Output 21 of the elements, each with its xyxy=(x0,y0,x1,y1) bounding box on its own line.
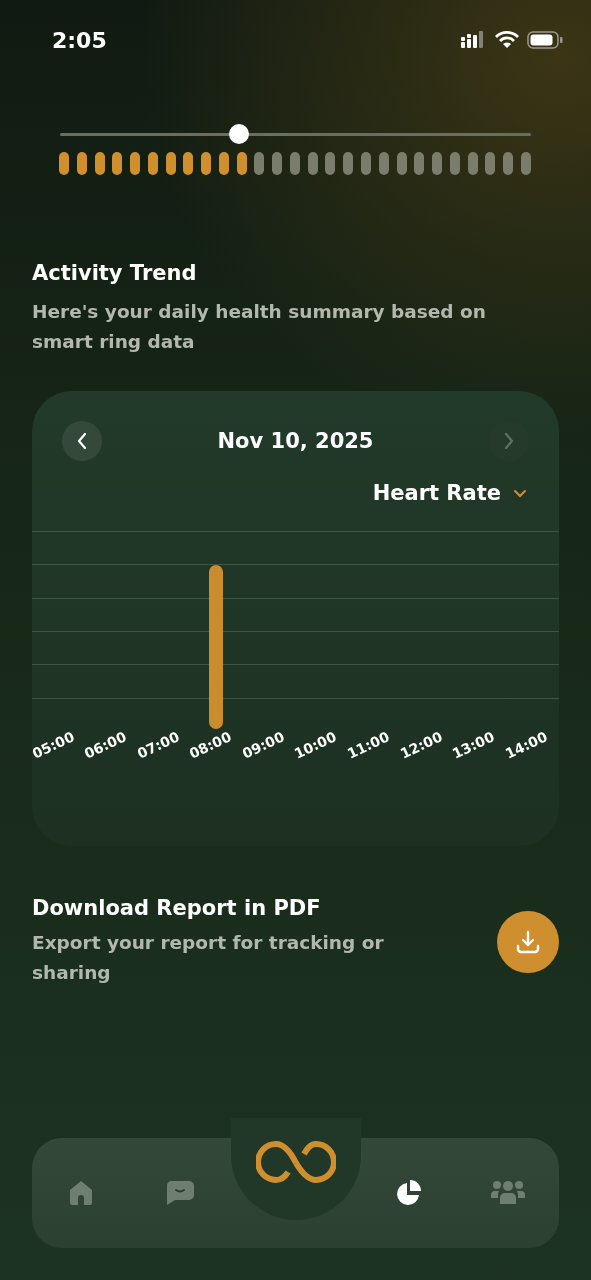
chat-icon xyxy=(165,1180,196,1206)
previous-day-button[interactable] xyxy=(62,421,102,461)
chevron-right-icon xyxy=(503,432,515,450)
section-title: Download Report in PDF xyxy=(32,896,322,920)
section-title: Activity Trend xyxy=(32,261,198,285)
date-label: Nov 10, 2025 xyxy=(217,429,374,453)
chevron-down-icon xyxy=(513,488,527,498)
section-description: Export your report for tracking or sharing xyxy=(32,931,385,985)
quality-slider[interactable] xyxy=(60,124,531,144)
wifi-icon xyxy=(495,31,519,49)
section-description: Here's your daily health summary based on smart ring data xyxy=(32,300,487,354)
chevron-left-icon xyxy=(76,432,88,450)
battery-icon xyxy=(527,31,563,49)
nav-tab[interactable] xyxy=(394,1179,423,1207)
metric-dropdown[interactable]: Heart Rate xyxy=(372,481,501,505)
slider-thumb[interactable] xyxy=(228,124,249,144)
pie-chart-icon xyxy=(394,1179,423,1207)
status-time: 2:05 xyxy=(52,27,107,53)
group-icon xyxy=(490,1180,525,1206)
infinity-logo-icon xyxy=(255,1140,336,1186)
download-icon xyxy=(515,929,541,955)
